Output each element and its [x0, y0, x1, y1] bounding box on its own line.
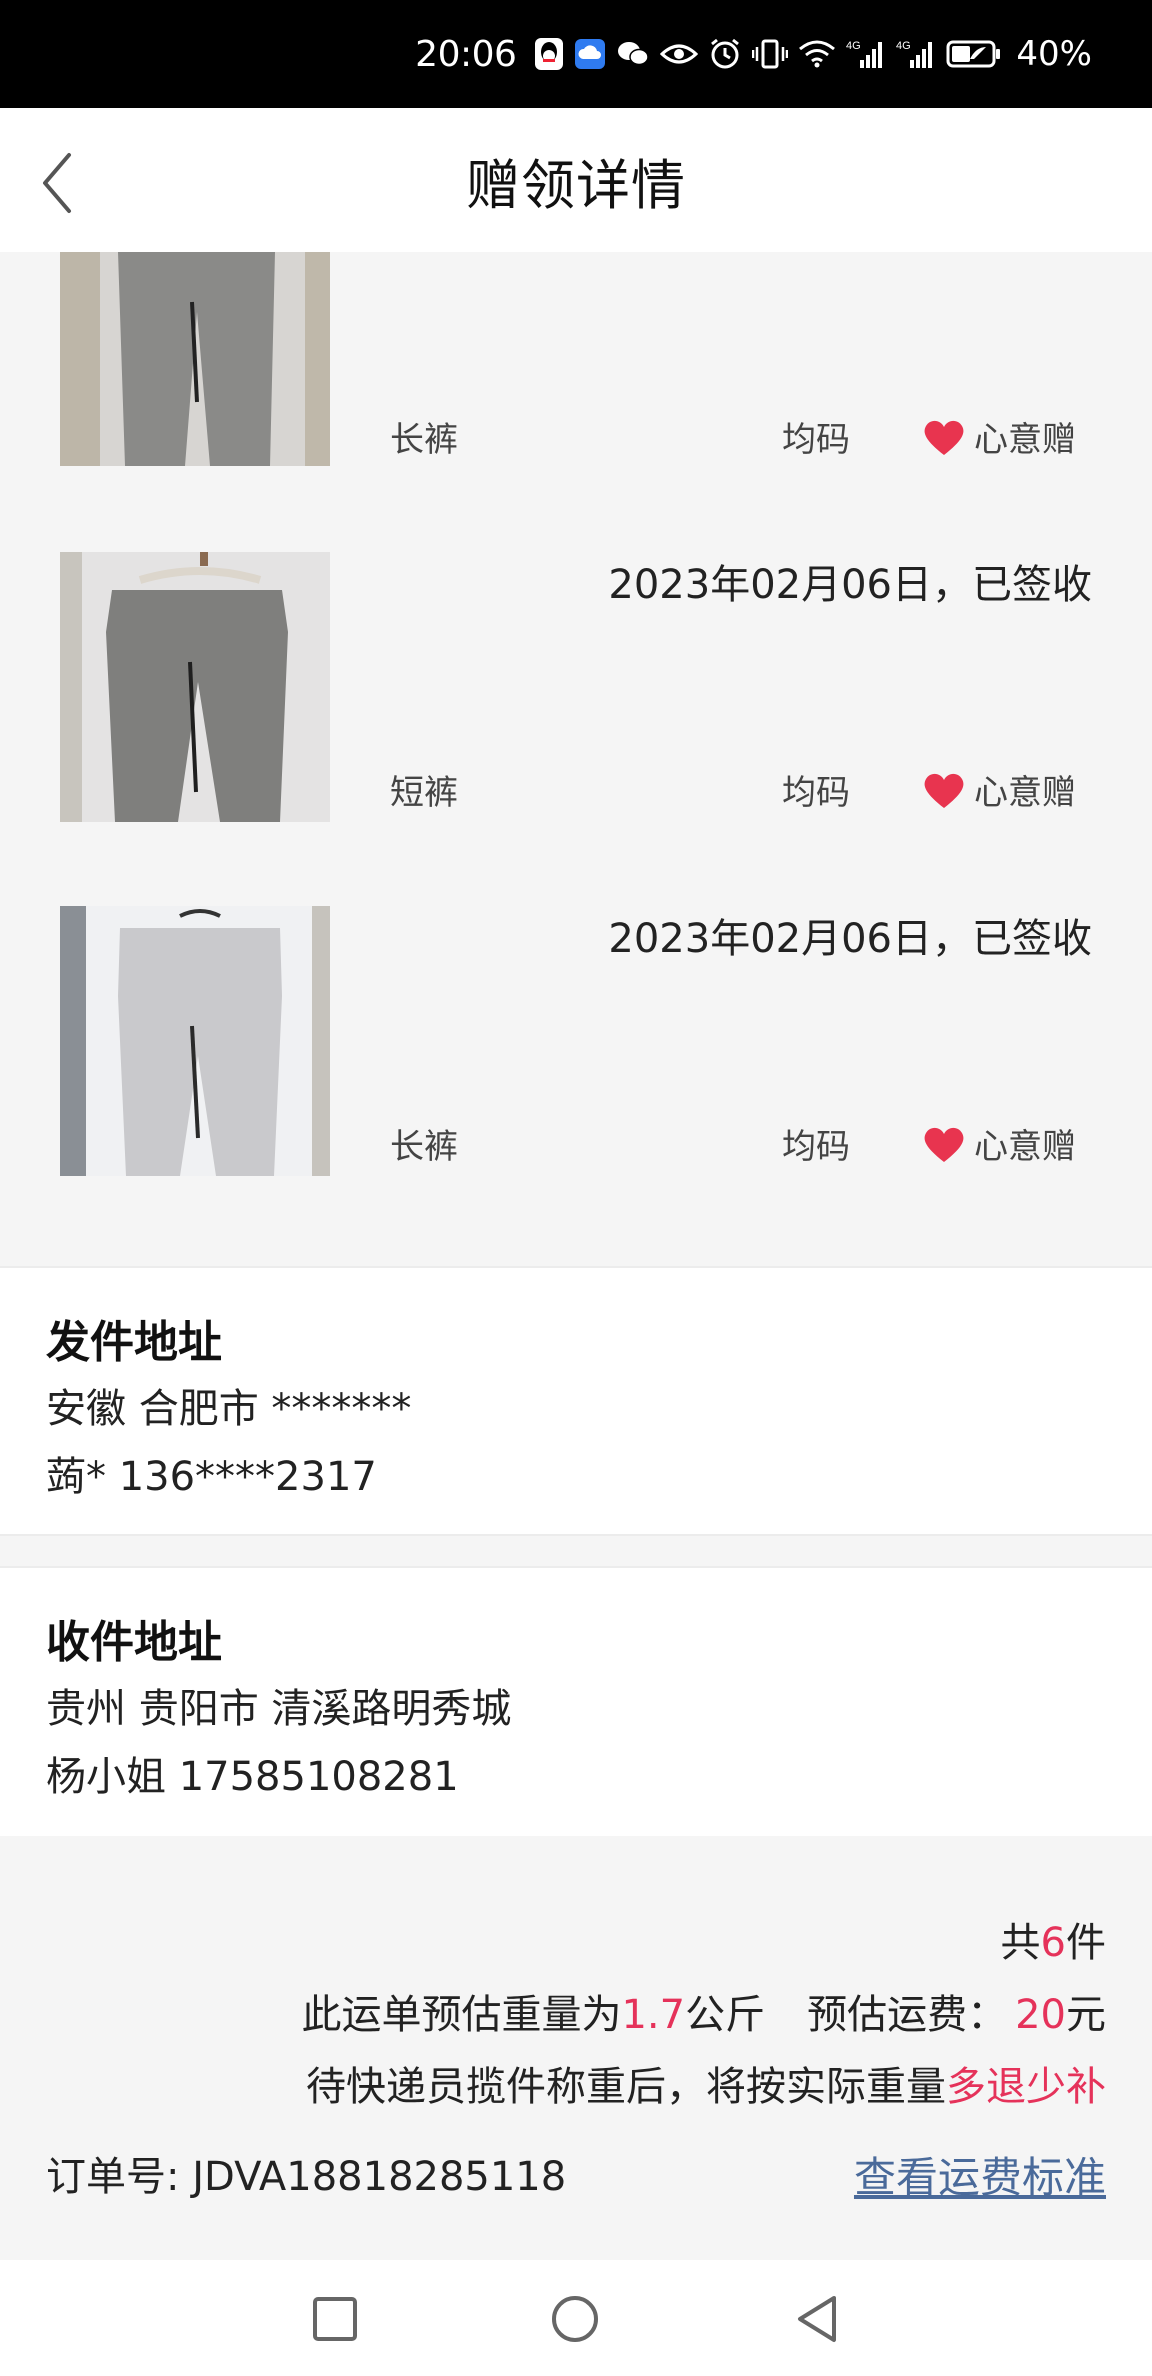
weight-unit: 公斤	[685, 1992, 766, 2038]
eye-icon	[660, 41, 699, 67]
note-accent: 多退少补	[946, 2064, 1106, 2110]
item-type: 短裤	[390, 773, 458, 813]
order-summary: 共6件 此运单预估重量为1.7公斤 预估运费： 20元 待快递员揽件称重后，将按实际…	[0, 1836, 1152, 2260]
order-value: JDVA18818285118	[192, 2154, 567, 2200]
count-value: 6	[1040, 1920, 1066, 1966]
gift-tag: 心意赠	[922, 765, 1076, 814]
sender-contact: 蒟* 136****2317	[46, 1454, 377, 1500]
item-photo	[60, 552, 330, 822]
heart-icon	[924, 773, 964, 808]
circle-home-icon[interactable]	[548, 2292, 602, 2346]
list-item[interactable]: 2023年02月06日，已签收 长裤 均码 心意赠	[0, 874, 1152, 1258]
fee-unit: 元	[1066, 1992, 1106, 2038]
item-date: 2023年02月06日，已签收	[608, 916, 1092, 962]
list-item[interactable]: 2023年02月06日，已签收 短裤 均码 心意赠	[0, 520, 1152, 876]
weight-value: 1.7	[621, 1992, 686, 2038]
item-type: 长裤	[390, 420, 458, 460]
item-size: 均码	[782, 773, 850, 813]
item-count: 共6件	[1001, 1910, 1106, 1968]
signal-4g-icon: 4G	[846, 38, 886, 70]
battery-percent: 40%	[1016, 34, 1092, 74]
svg-text:4G: 4G	[846, 40, 861, 52]
wechat-icon	[616, 39, 650, 69]
battery-icon	[946, 39, 1002, 69]
alarm-icon	[708, 37, 742, 71]
receiver-address-card: 收件地址 贵州 贵阳市 清溪路明秀城 杨小姐 17585108281	[0, 1566, 1152, 1838]
cloud-icon	[574, 38, 606, 70]
fee-standard-link[interactable]: 查看运费标准	[854, 2144, 1106, 2205]
gift-label: 心意赠	[974, 773, 1076, 813]
item-photo	[60, 252, 330, 466]
item-photo	[60, 906, 330, 1176]
fee-value: 20	[1015, 1992, 1066, 2038]
item-size: 均码	[782, 420, 850, 460]
status-time: 20:06	[415, 33, 517, 75]
navigation-bar	[0, 2260, 1152, 2376]
signal-4g-icon: 4G	[896, 38, 936, 70]
order-number: 订单号: JDVA18818285118	[46, 2144, 566, 2202]
qq-icon	[534, 37, 564, 71]
item-type: 长裤	[390, 1127, 458, 1167]
item-date: 2023年02月06日，已签收	[608, 562, 1092, 608]
count-suffix: 件	[1066, 1920, 1106, 1966]
sender-title: 发件地址	[46, 1317, 222, 1368]
count-prefix: 共	[1000, 1920, 1041, 1966]
heart-icon	[924, 1127, 964, 1162]
svg-text:4G: 4G	[896, 40, 911, 52]
gift-tag: 心意赠	[922, 1119, 1076, 1168]
gift-label: 心意赠	[974, 1127, 1076, 1167]
order-label: 订单号:	[46, 2154, 180, 2200]
weight-prefix: 此运单预估重量为	[301, 1992, 622, 2038]
status-right: 20:06 4G 4G 40%	[415, 0, 1092, 108]
gift-label: 心意赠	[974, 420, 1076, 460]
receiver-contact: 杨小姐 17585108281	[46, 1754, 459, 1800]
gift-tag: 心意赠	[922, 412, 1076, 461]
sender-address: 安徽 合肥市 *******	[46, 1386, 412, 1432]
item-size: 均码	[782, 1127, 850, 1167]
note-prefix: 待快递员揽件称重后，将按实际重量	[306, 2064, 946, 2110]
vibrate-icon	[752, 38, 789, 70]
fee-prefix: 预估运费：	[807, 1992, 1008, 2038]
settlement-note: 待快递员揽件称重后，将按实际重量多退少补	[306, 2054, 1106, 2112]
receiver-title: 收件地址	[46, 1617, 222, 1668]
heart-icon	[924, 420, 964, 455]
header: 赠领详情	[0, 108, 1152, 252]
triangle-back-icon[interactable]	[790, 2292, 844, 2346]
page-title: 赠领详情	[466, 153, 686, 217]
status-bar: 20:06 4G 4G 40%	[0, 0, 1152, 108]
weight-fee-line: 此运单预估重量为1.7公斤 预估运费： 20元	[301, 1982, 1106, 2040]
square-recent-icon[interactable]	[308, 2292, 362, 2346]
receiver-address: 贵州 贵阳市 清溪路明秀城	[46, 1686, 512, 1732]
list-item[interactable]: 长裤 均码 心意赠	[0, 252, 1152, 522]
wifi-icon	[798, 39, 836, 69]
sender-address-card: 发件地址 安徽 合肥市 ******* 蒟* 136****2317	[0, 1266, 1152, 1536]
